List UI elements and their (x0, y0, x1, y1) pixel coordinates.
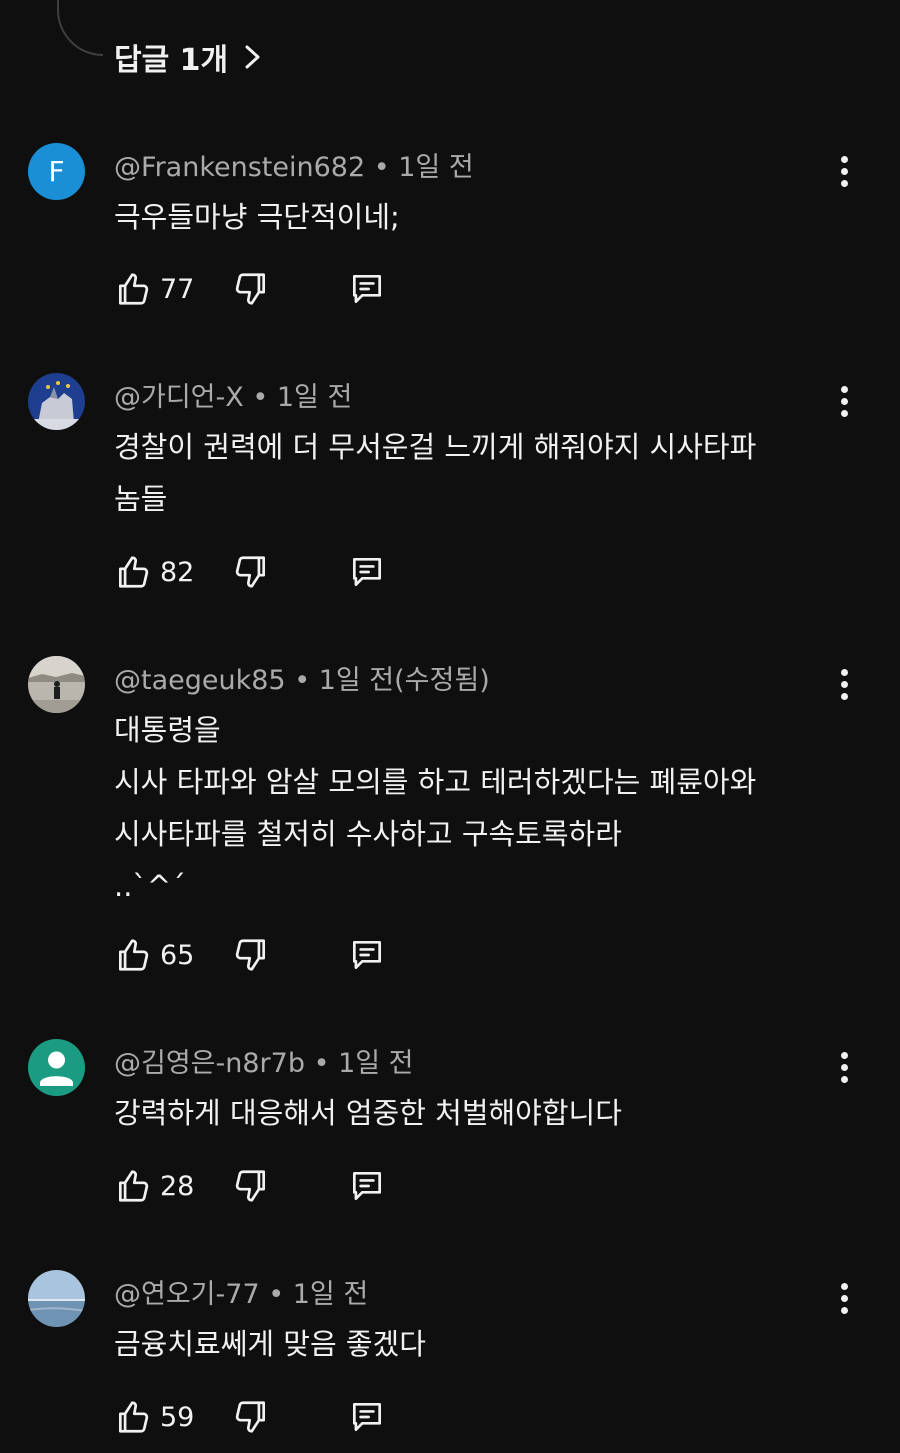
reply-button[interactable] (348, 936, 386, 974)
comment-text: 대통령을 시사 타파와 암살 모의를 하고 테러하겠다는 폐륜아와 시사타파를 … (114, 713, 757, 903)
thumbs-down-icon (235, 273, 266, 305)
thumbs-up-icon (118, 1401, 149, 1433)
like-button[interactable]: 59 (114, 1398, 220, 1436)
meta-separator: • (365, 152, 399, 183)
comment-author[interactable]: @연오기-77 (114, 1279, 260, 1310)
comment-time: 1일 전 (398, 152, 474, 183)
like-count: 77 (160, 273, 195, 305)
thumbs-up-icon (118, 556, 149, 588)
comment-actions: 77 (114, 269, 386, 309)
comment-meta: @Frankenstein682 • 1일 전 (114, 145, 474, 184)
thumbs-down-icon (235, 1401, 266, 1433)
more-options-button[interactable] (824, 1278, 864, 1318)
thumbs-down-icon (235, 1170, 266, 1202)
meta-separator: • (285, 665, 319, 696)
comment-time: 1일 전 (292, 1279, 369, 1310)
avatar-image (28, 656, 85, 713)
view-replies-button[interactable]: 답글 1개 (114, 36, 264, 78)
comment-meta: @연오기-77 • 1일 전 (114, 1272, 368, 1311)
view-replies-label: 답글 1개 (114, 43, 229, 78)
comment-text: 금융치료쎄게 맞음 좋겠다 (114, 1327, 426, 1361)
dislike-button[interactable] (232, 1167, 270, 1205)
comment-icon (352, 1402, 382, 1432)
avatar[interactable] (28, 656, 85, 713)
dislike-button[interactable] (232, 936, 270, 974)
comment-text: 강력하게 대응해서 엄중한 처벌해야합니다 (114, 1096, 622, 1130)
thumbs-up-icon (118, 939, 149, 971)
like-button[interactable]: 77 (114, 270, 220, 308)
avatar-image (28, 1270, 85, 1327)
like-count: 28 (160, 1170, 195, 1202)
like-count: 82 (160, 556, 195, 588)
avatar[interactable] (28, 1039, 85, 1096)
comment-actions: 82 (114, 552, 386, 592)
more-options-button[interactable] (824, 1047, 864, 1087)
more-options-button[interactable] (824, 151, 864, 191)
comment-text: 경찰이 권력에 더 무서운걸 느끼게 해줘야지 시사타파 놈들 (114, 430, 757, 516)
comment-author[interactable]: @taegeuk85 (114, 665, 286, 696)
avatar[interactable]: F (28, 143, 85, 200)
meta-separator: • (259, 1279, 293, 1310)
like-count: 59 (160, 1401, 195, 1433)
comment-actions: 28 (114, 1166, 386, 1206)
like-count: 65 (160, 939, 195, 971)
chevron-right-icon (245, 45, 260, 69)
like-button[interactable]: 28 (114, 1167, 220, 1205)
avatar[interactable] (28, 1270, 85, 1327)
dislike-button[interactable] (232, 553, 270, 591)
comment-time: 1일 전 (338, 1048, 414, 1079)
reply-button[interactable] (348, 553, 386, 591)
reply-button[interactable] (348, 270, 386, 308)
dislike-button[interactable] (232, 1398, 270, 1436)
comment-time: 1일 전 (276, 382, 353, 413)
comment-text: 극우들마냥 극단적이네; (114, 200, 400, 234)
comment-author[interactable]: @가디언-X (114, 382, 244, 413)
dislike-button[interactable] (232, 270, 270, 308)
avatar[interactable] (28, 373, 85, 430)
more-options-button[interactable] (824, 381, 864, 421)
comment-actions: 65 (114, 935, 386, 975)
comment-icon (352, 1171, 382, 1201)
comment-author[interactable]: @김영은-n8r7b (114, 1048, 305, 1079)
more-options-button[interactable] (824, 664, 864, 704)
comment-meta: @김영은-n8r7b • 1일 전 (114, 1041, 414, 1080)
thread-connector (57, 0, 103, 56)
like-button[interactable]: 65 (114, 936, 220, 974)
thumbs-down-icon (235, 939, 266, 971)
thumbs-down-icon (235, 556, 266, 588)
meta-separator: • (243, 382, 277, 413)
comment-icon (352, 274, 382, 304)
like-button[interactable]: 82 (114, 553, 220, 591)
comment-meta: @가디언-X • 1일 전 (114, 375, 352, 414)
avatar-image (28, 373, 85, 430)
comment-time: 1일 전(수정됨) (318, 665, 490, 696)
comment-icon (352, 557, 382, 587)
avatar-image (28, 1039, 85, 1096)
thumbs-up-icon (118, 273, 149, 305)
comment-author[interactable]: @Frankenstein682 (114, 152, 365, 183)
meta-separator: • (304, 1048, 339, 1079)
thumbs-up-icon (118, 1170, 149, 1202)
comment-actions: 59 (114, 1397, 386, 1437)
reply-button[interactable] (348, 1167, 386, 1205)
comment-meta: @taegeuk85 • 1일 전(수정됨) (114, 658, 490, 697)
reply-button[interactable] (348, 1398, 386, 1436)
comment-icon (352, 940, 382, 970)
